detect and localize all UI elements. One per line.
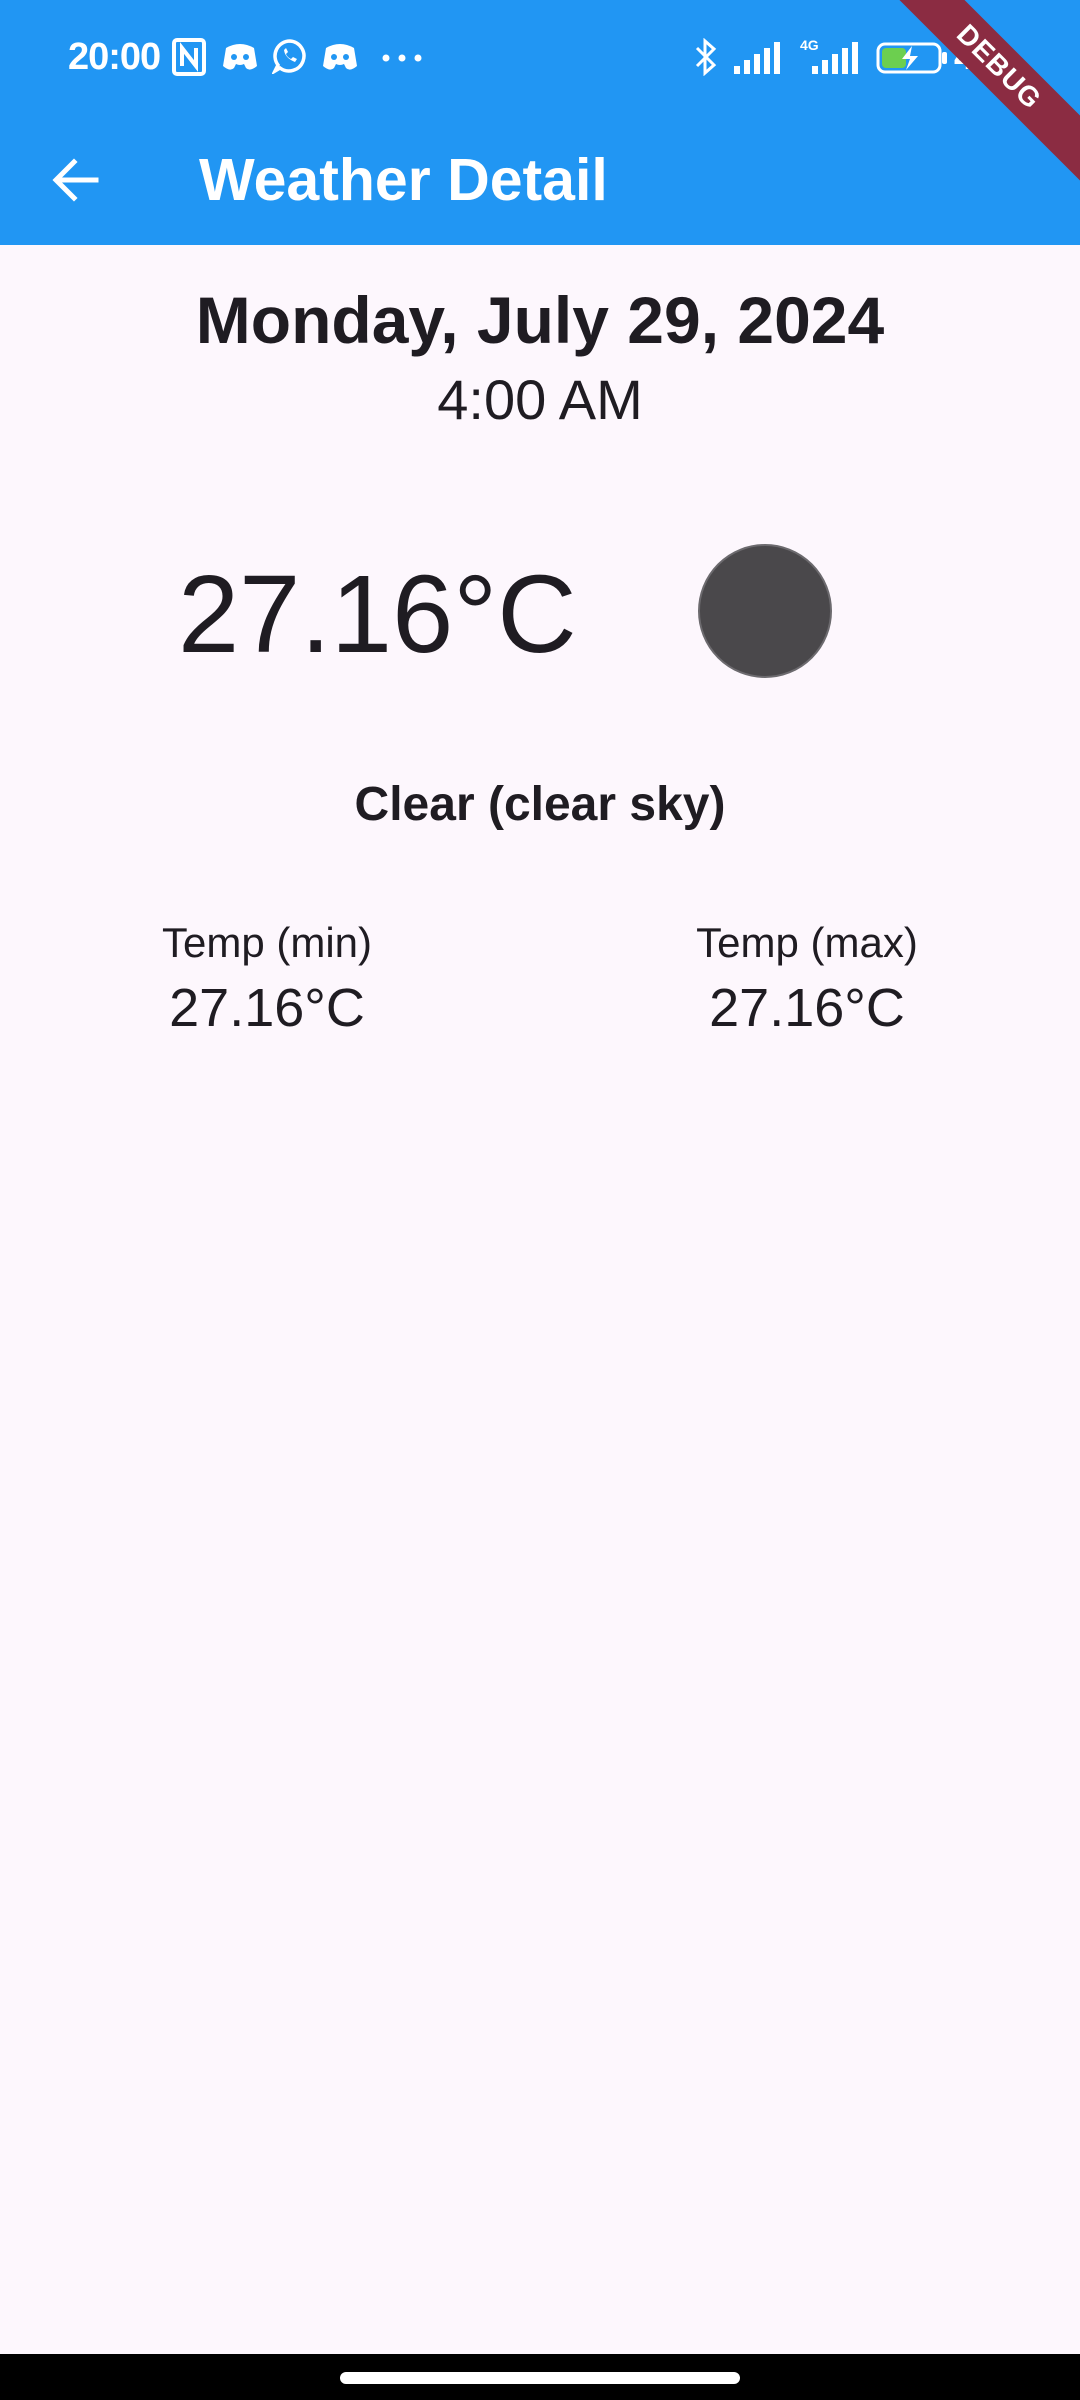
signal-4g-icon: 4G [796,36,860,74]
app-bar: 20:00 4G Weather Detail DEBUG [0,0,1080,245]
arrow-back-icon [52,158,99,202]
time-text: 4:00 AM [437,368,643,431]
status-time: 20:00 [68,36,161,78]
signal-icon [734,42,784,74]
temp-min-value: 27.16°C [169,978,365,1038]
battery-charging-icon [876,42,948,74]
back-button[interactable] [36,140,116,220]
system-nav-bar [0,2354,1080,2400]
temp-max-block: Temp (max) 27.16°C [607,917,1007,1041]
toolbar: Weather Detail [0,118,1080,245]
temp-min-block: Temp (min) 27.16°C [67,917,467,1041]
current-temperature: 27.16°C [178,553,577,676]
weather-placeholder-icon [698,544,832,678]
temp-max-label: Temp (max) [696,919,918,966]
discord-icon [322,42,358,72]
nfc-icon [172,38,206,76]
page-title: Weather Detail [199,147,608,213]
date-heading: Monday, July 29, 2024 [195,283,885,357]
home-indicator[interactable] [340,2372,740,2384]
weather-condition: Clear (clear sky) [354,778,726,831]
bluetooth-icon [694,38,718,76]
more-dots-icon [382,54,422,62]
svg-text:4G: 4G [800,37,819,53]
temp-max-value: 27.16°C [709,978,905,1038]
temp-min-label: Temp (min) [161,919,373,966]
discord-icon [222,42,258,72]
whatsapp-icon [272,38,308,74]
